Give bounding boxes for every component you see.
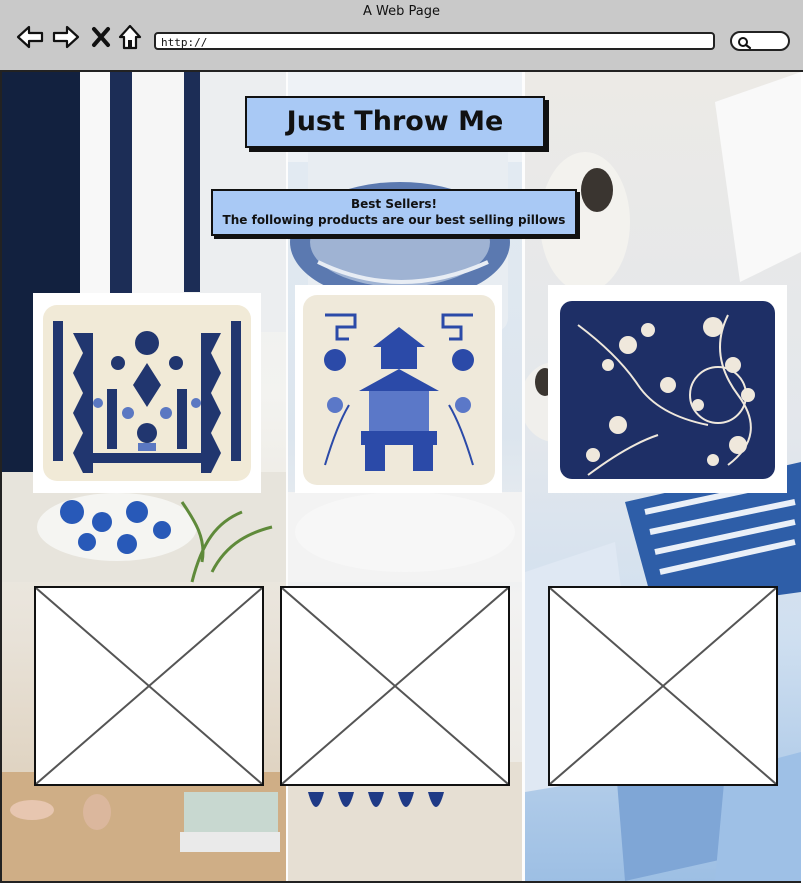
- image-placeholder-1: [34, 586, 264, 786]
- search-field[interactable]: [730, 31, 790, 51]
- back-arrow-icon[interactable]: [16, 24, 44, 50]
- page-title: Just Throw Me: [245, 96, 545, 148]
- product-image-3[interactable]: [548, 285, 787, 493]
- close-icon[interactable]: [90, 24, 116, 50]
- product-image-1[interactable]: [33, 293, 261, 493]
- image-placeholder-3: [548, 586, 778, 786]
- best-sellers-heading: Best Sellers!: [350, 197, 438, 211]
- search-icon: [738, 37, 752, 50]
- window-title: A Web Page: [363, 4, 440, 19]
- forward-arrow-icon[interactable]: [52, 24, 80, 50]
- product-image-2[interactable]: [295, 285, 502, 493]
- home-icon[interactable]: [117, 24, 143, 50]
- url-input[interactable]: http://: [154, 32, 715, 50]
- image-placeholder-2: [280, 586, 510, 786]
- browser-toolbar: A Web Page http://: [0, 0, 803, 72]
- best-sellers-description: The following products are our best sell…: [222, 213, 566, 227]
- page-content: Just Throw Me Best Sellers! The followin…: [2, 72, 801, 881]
- best-sellers-box: Best Sellers! The following products are…: [211, 189, 577, 236]
